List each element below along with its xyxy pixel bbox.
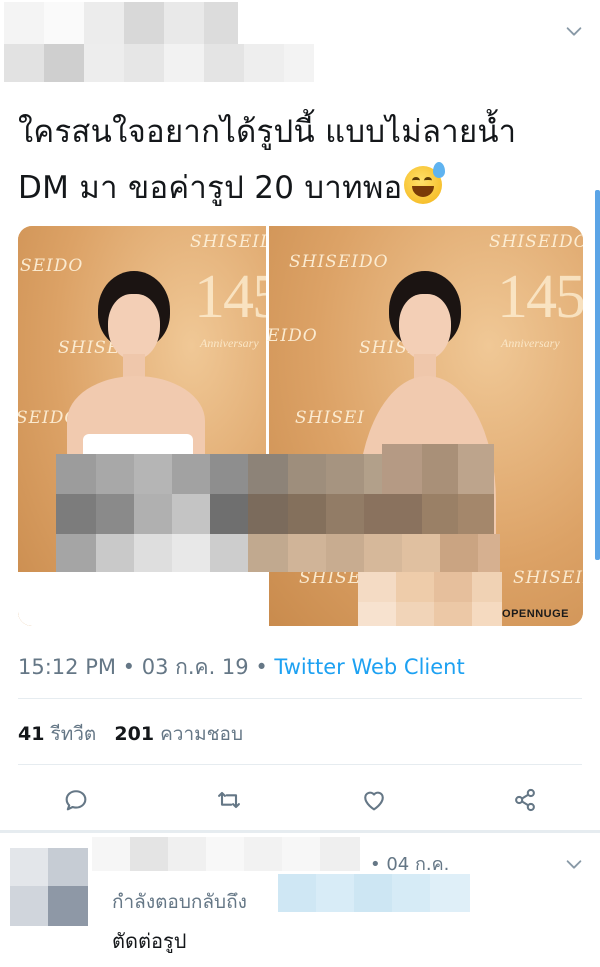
tweet-media[interactable]: SEIDO SHISEIDO 145 Anniversary SHISEI SE… [18,226,583,626]
tweet-client-link[interactable]: Twitter Web Client [274,655,464,679]
brand-text: SHISEIDO [489,232,583,252]
tweet-stats: 41 รีทวีต 201 ความชอบ [18,719,243,749]
tweet: ใครสนใจอยากได้รูปนี้ แบบไม่ลายน้ำ DM มา … [0,0,600,830]
replying-to-label: กำลังตอบกลับถึง [112,887,247,917]
tweet-text-line-2: DM มา ขอค่ารูป 20 บาทพอ [18,160,578,216]
share-icon[interactable] [511,786,539,814]
sweat-smile-emoji-icon [404,162,446,204]
watermark-text: OPENNUGE [502,608,569,620]
chevron-down-icon[interactable] [563,20,585,42]
tweet-text-line-1: ใครสนใจอยากได้รูปนี้ แบบไม่ลายน้ำ [18,114,517,150]
like-icon[interactable] [360,786,388,814]
retweet-count[interactable]: 41 [18,723,44,745]
tweet-date[interactable]: 03 ก.ค. 19 [142,655,249,679]
retweet-label[interactable]: รีทวีต [51,723,97,745]
replying-to-text: กำลังตอบกลับถึง [112,891,247,913]
retweet-icon[interactable] [215,786,243,814]
brand-text: SHISEIDO [513,568,583,588]
reply-icon[interactable] [62,786,90,814]
like-count[interactable]: 201 [114,723,154,745]
brand-text: SHISEI [295,408,365,428]
divider [18,764,582,765]
like-label[interactable]: ความชอบ [160,723,243,745]
chevron-down-icon[interactable] [563,853,585,875]
tweet-text: ใครสนใจอยากได้รูปนี้ แบบไม่ลายน้ำ DM มา … [18,104,578,216]
tweet-actions [0,778,600,822]
divider [18,698,582,699]
meta-separator: • [248,655,275,679]
brand-text: EIDO [267,326,318,346]
reply-text: ตัดต่อรูป [112,929,187,953]
scrollbar[interactable] [595,190,600,560]
meta-separator: • [115,655,142,679]
tweet-meta: 15:12 PM • 03 ก.ค. 19 • Twitter Web Clie… [18,651,465,684]
tweet-time: 15:12 PM [18,655,116,679]
tweet-text-line-2-content: DM มา ขอค่ารูป 20 บาทพอ [18,170,403,206]
